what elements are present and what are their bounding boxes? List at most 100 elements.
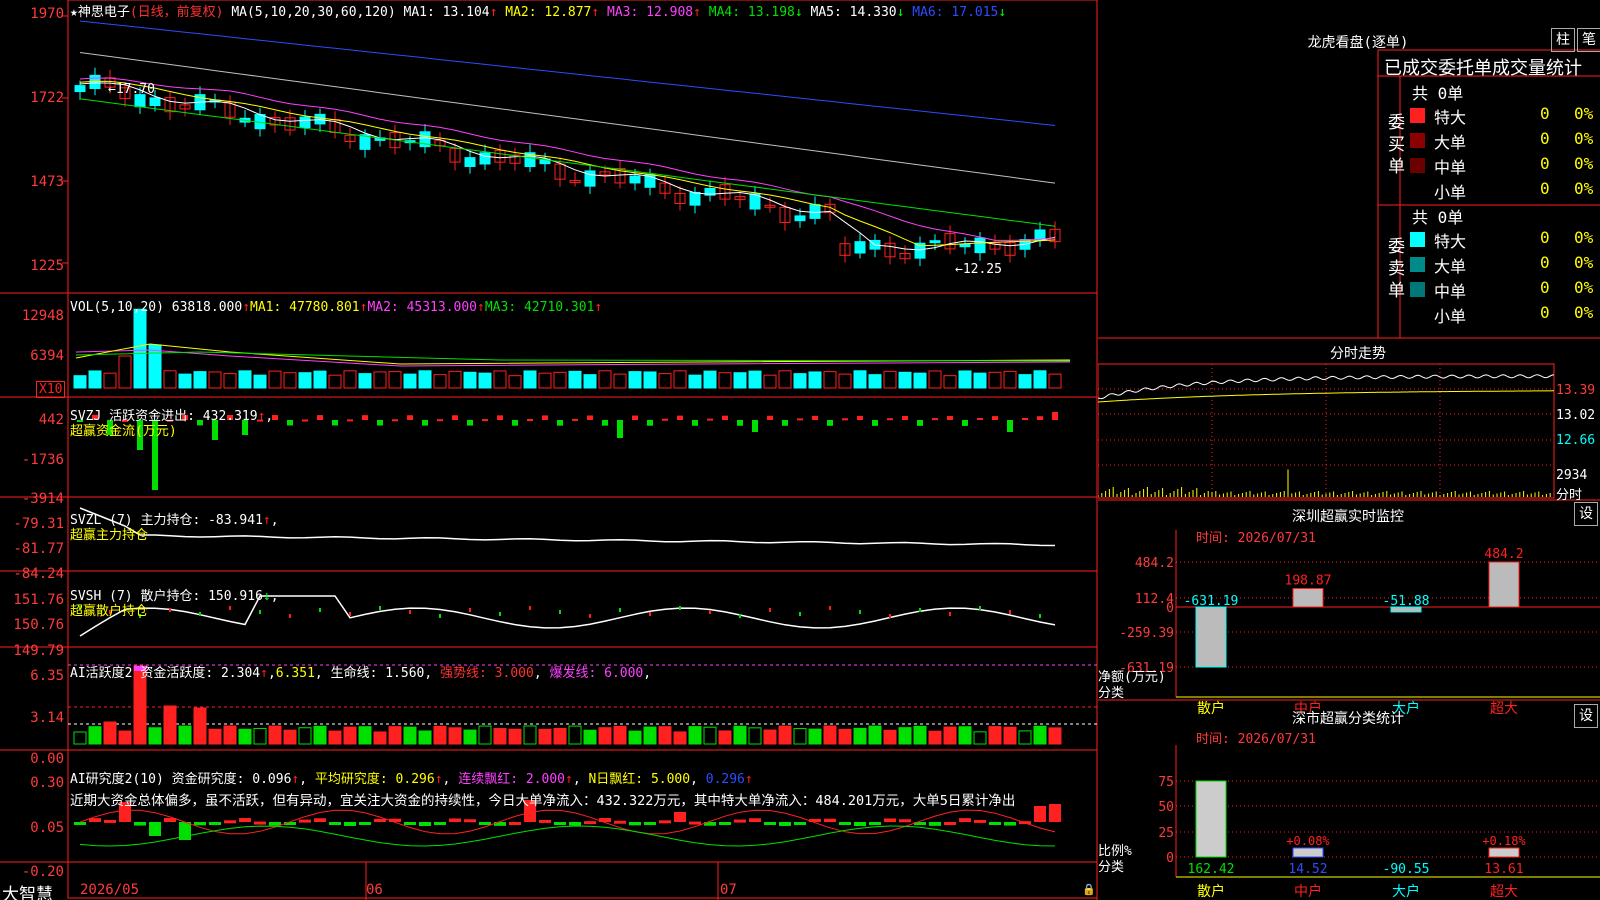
research-bar bbox=[614, 820, 626, 824]
favorite-star-icon[interactable]: ★ bbox=[70, 5, 78, 20]
activity-bar bbox=[1033, 725, 1047, 745]
candle-body bbox=[479, 152, 491, 165]
sz-monitor-xlabel: 分类 bbox=[1098, 686, 1125, 701]
order-pct: 0% bbox=[1574, 228, 1594, 247]
y-tick: 0.05 bbox=[30, 820, 64, 836]
activity-bar bbox=[253, 727, 267, 745]
ai1-lifeline: 生命线: 1.560 bbox=[330, 666, 425, 681]
research-bar bbox=[374, 818, 386, 822]
volume-bar bbox=[298, 372, 312, 389]
ai2-commentary: 近期大资金总体偏多，虽不活跃，但有异动，宜关注大资金的持续性，今日大单净流入：4… bbox=[70, 793, 1016, 809]
y-tick: -79.31 bbox=[13, 516, 64, 532]
retail-tick bbox=[469, 608, 471, 612]
research-bar bbox=[509, 821, 521, 825]
retail-tick bbox=[949, 612, 951, 616]
vol-unit-badge: X10 bbox=[36, 381, 66, 398]
brand-logo[interactable]: 大智慧 bbox=[2, 880, 53, 900]
volume-bar bbox=[568, 370, 582, 389]
y-tick: -1736 bbox=[21, 452, 64, 468]
svsh-value: 散户持仓: 150.916 bbox=[140, 589, 263, 604]
retail-tick bbox=[619, 608, 621, 612]
sz-monitor-time: 时间: 2026/07/31 bbox=[1196, 531, 1316, 546]
fund-flow-bar bbox=[512, 420, 518, 426]
bar-value-label: 14.52 bbox=[1288, 862, 1327, 877]
chart-canvas[interactable] bbox=[0, 0, 1098, 900]
y-tick: 149.79 bbox=[13, 643, 64, 659]
sz-stats-settings-button[interactable]: 设 bbox=[1574, 704, 1598, 728]
chart-area[interactable]: ★神思电子(日线，前复权) MA(5,10,20,30,60,120) MA1:… bbox=[0, 0, 1098, 900]
sz-monitor-settings-button[interactable]: 设 bbox=[1574, 502, 1598, 526]
ma6-line bbox=[79, 20, 1056, 126]
volume-bar bbox=[973, 372, 987, 389]
research-bar bbox=[209, 822, 221, 826]
y-tick: -84.24 bbox=[13, 566, 64, 582]
research-bar bbox=[944, 821, 956, 825]
y-tick: 150.76 bbox=[13, 617, 64, 633]
research-bar bbox=[239, 818, 251, 822]
activity-bar bbox=[223, 725, 237, 745]
volume-bar bbox=[943, 375, 957, 389]
activity-bar bbox=[178, 725, 192, 745]
fund-flow-bar bbox=[572, 418, 578, 421]
activity-bar bbox=[433, 725, 447, 745]
bar-mode-button[interactable]: 柱 bbox=[1551, 28, 1575, 52]
y-tick: 1970 bbox=[30, 6, 64, 22]
lock-icon[interactable]: 🔒 bbox=[1082, 883, 1096, 896]
research-bar bbox=[224, 820, 236, 824]
research-bar bbox=[149, 822, 161, 836]
ai1-header: AI活跃度2 资金活跃度: 2.304↑,6.351, 生命线: 1.560, … bbox=[70, 666, 652, 681]
fund-flow-bar bbox=[977, 418, 983, 421]
activity-bar bbox=[523, 725, 537, 745]
fund-flow-bar bbox=[452, 415, 458, 420]
x-tick: 2026/05 bbox=[80, 882, 140, 898]
order-pct: 0% bbox=[1574, 278, 1594, 297]
fund-flow-bar bbox=[527, 418, 533, 421]
volume-bar bbox=[853, 370, 867, 389]
tick-mode-button[interactable]: 笔 bbox=[1577, 28, 1600, 52]
up-arrow-icon: ↑ bbox=[591, 5, 600, 20]
fund-flow-bar bbox=[1022, 417, 1028, 420]
fund-flow-bar bbox=[692, 420, 698, 426]
retail-tick bbox=[769, 608, 771, 612]
fund-flow-bar bbox=[737, 420, 743, 426]
fenshi-title: 分时走势 bbox=[1330, 346, 1386, 362]
retail-tick bbox=[379, 606, 381, 610]
retail-tick bbox=[199, 612, 201, 616]
fund-flow-bar bbox=[347, 419, 353, 422]
fund-flow-bar bbox=[872, 420, 878, 426]
activity-bar bbox=[628, 730, 642, 745]
research-bar bbox=[674, 812, 686, 822]
order-count: 0 bbox=[1540, 179, 1550, 198]
research-bar bbox=[629, 822, 641, 826]
activity-bar bbox=[853, 727, 867, 745]
research-bar bbox=[884, 818, 896, 822]
legend-swatch bbox=[1410, 133, 1425, 148]
stats-bar bbox=[1292, 847, 1324, 858]
activity-bar bbox=[118, 730, 132, 745]
y-tick: 12.66 bbox=[1556, 433, 1596, 448]
research-bar bbox=[554, 822, 566, 825]
bar-value-label: -631.19 bbox=[1184, 594, 1239, 609]
volume-bar bbox=[1018, 374, 1032, 389]
volume-bar bbox=[103, 372, 117, 389]
retail-tick bbox=[349, 612, 351, 616]
y-tick: 484.2 bbox=[1135, 556, 1174, 571]
activity-bar bbox=[163, 705, 177, 745]
retail-tick bbox=[589, 614, 591, 618]
fund-flow-bar bbox=[797, 418, 803, 421]
retail-tick bbox=[1039, 614, 1041, 618]
order-size-label: 特大 bbox=[1434, 108, 1467, 127]
volume-bar bbox=[778, 370, 792, 389]
y-tick: 0 bbox=[1166, 851, 1174, 866]
research-bar bbox=[434, 822, 446, 825]
volume-bar bbox=[478, 372, 492, 389]
bar-value-label: 162.42 bbox=[1188, 862, 1235, 877]
retail-tick bbox=[979, 606, 981, 610]
down-arrow-icon: ↓ bbox=[998, 5, 1007, 20]
right-panel: 484.2 112.4 0 -259.39 -631.19 -631.19 散户 198.87… bbox=[1098, 0, 1600, 900]
fund-flow-bar bbox=[422, 420, 428, 426]
activity-bar bbox=[88, 726, 102, 745]
ai1-value2: 6.351 bbox=[275, 666, 315, 681]
buy-side-label: 委买单 bbox=[1388, 113, 1405, 177]
research-bar bbox=[104, 819, 116, 823]
